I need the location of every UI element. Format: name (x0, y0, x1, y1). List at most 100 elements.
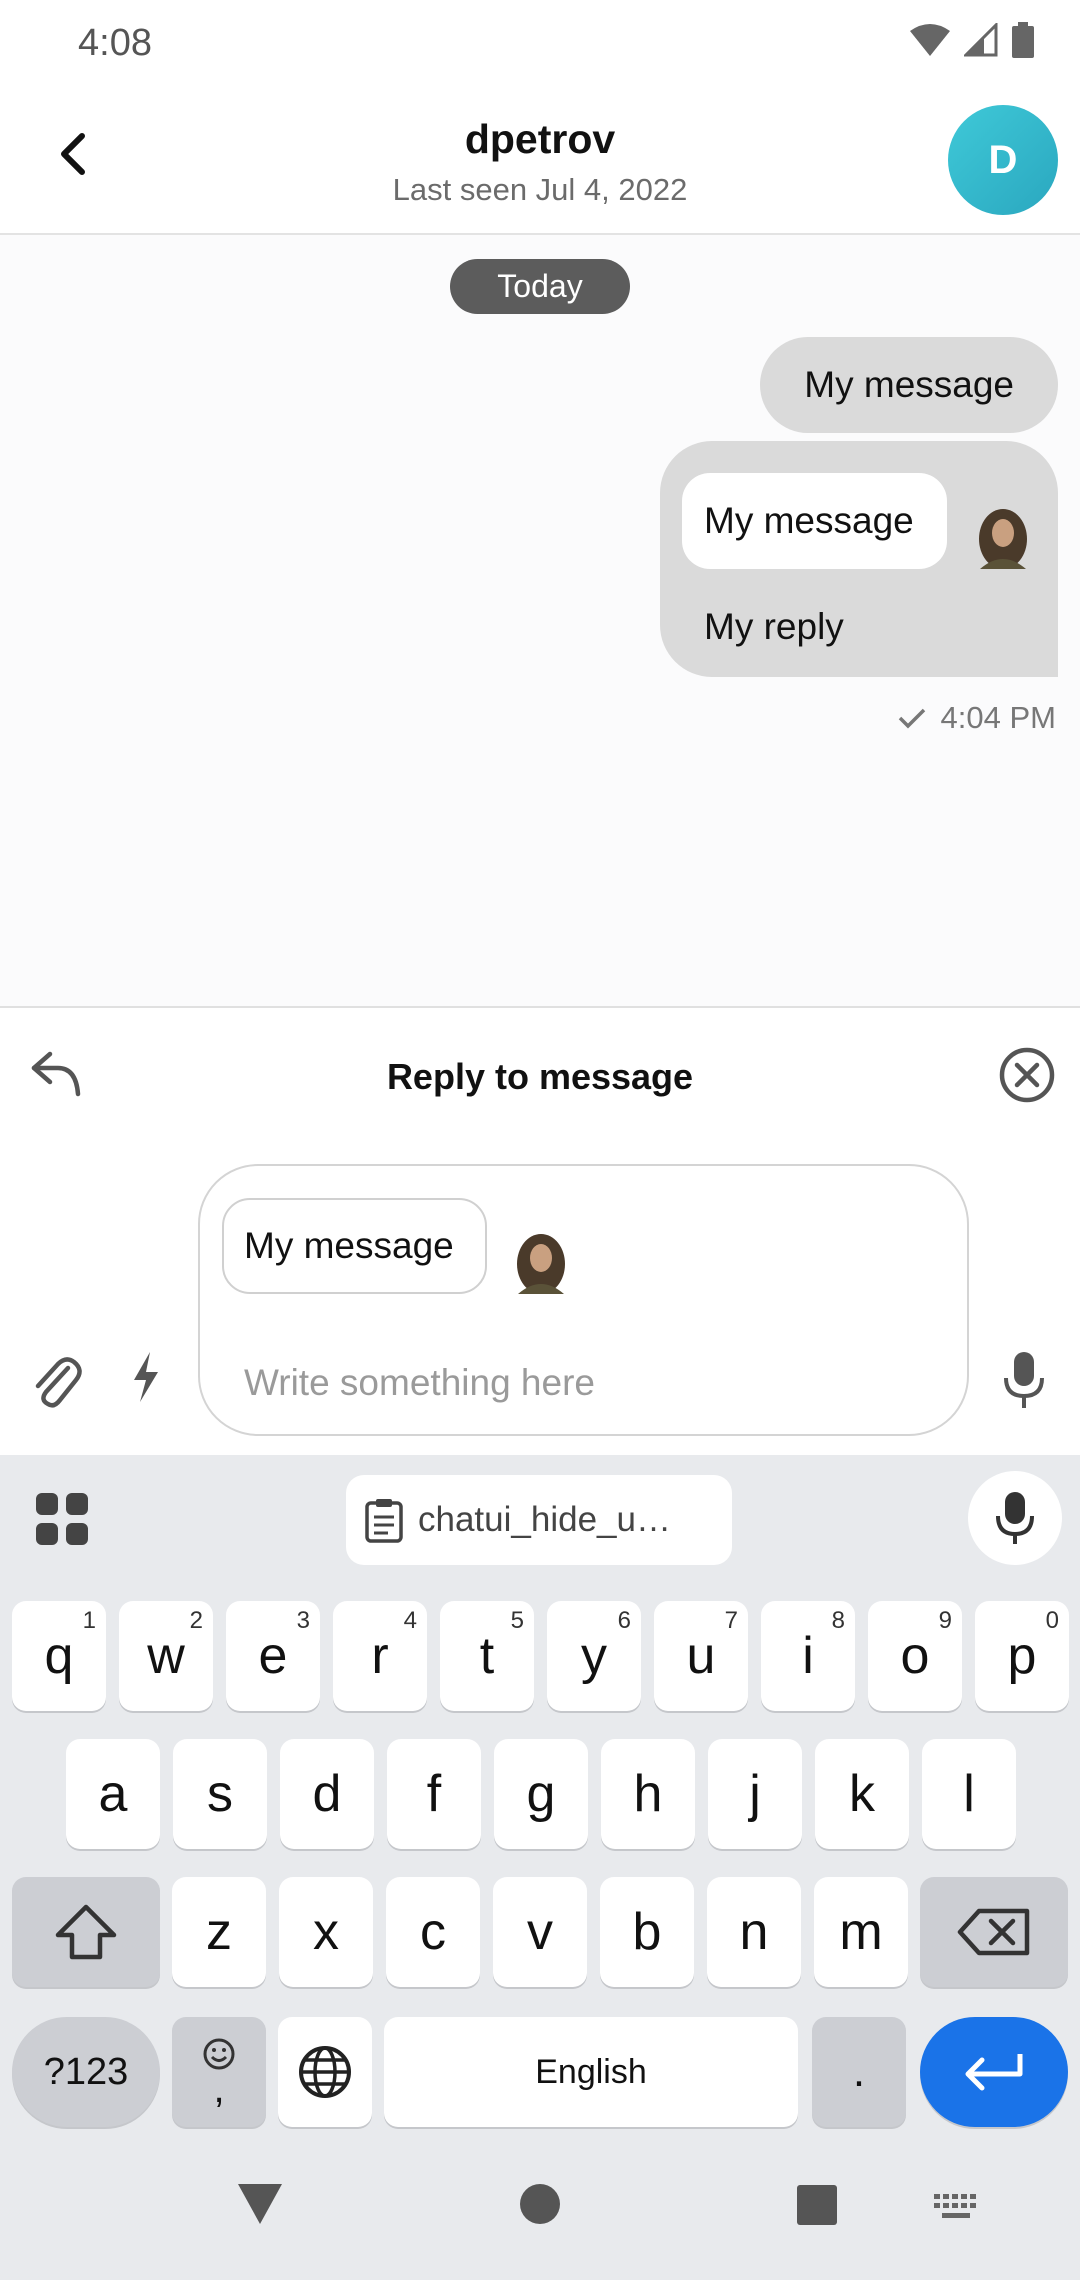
emoji-comma-key[interactable]: , (172, 2017, 266, 2127)
key-label: f (426, 1765, 442, 1823)
key-d[interactable]: d (280, 1739, 374, 1849)
apps-grid-icon[interactable] (34, 1491, 90, 1547)
key-j[interactable]: j (708, 1739, 802, 1849)
status-bar: 4:08 (0, 0, 1080, 88)
clipboard-suggestion[interactable]: chatui_hide_u… (346, 1475, 732, 1565)
back-triangle-icon[interactable] (236, 2182, 284, 2226)
clipboard-text: chatui_hide_u… (418, 1500, 671, 1539)
message-input[interactable]: My message Write something here (198, 1164, 969, 1436)
message-list[interactable]: Today My message My message My reply 4:0… (0, 235, 1080, 1008)
key-e[interactable]: e3 (226, 1601, 320, 1711)
globe-icon (299, 2046, 351, 2098)
backspace-key[interactable] (920, 1877, 1068, 1987)
shift-key[interactable] (12, 1877, 160, 1987)
reply-message-bubble[interactable]: My message My reply (660, 441, 1058, 677)
key-label: p (1007, 1627, 1037, 1685)
key-label: l (963, 1765, 975, 1823)
user-photo-icon (517, 1234, 565, 1294)
key-l[interactable]: l (922, 1739, 1016, 1849)
date-separator: Today (450, 259, 630, 314)
key-label: u (686, 1627, 716, 1685)
space-key[interactable]: English (384, 2017, 798, 2127)
key-y[interactable]: y6 (547, 1601, 641, 1711)
avatar[interactable]: D (948, 105, 1058, 215)
composer-quoted-text: My message (244, 1225, 454, 1266)
quoted-message[interactable]: My message (682, 473, 947, 569)
key-label: v (527, 1903, 553, 1961)
key-h[interactable]: h (601, 1739, 695, 1849)
recents-square-icon[interactable] (796, 2184, 838, 2226)
language-key[interactable] (278, 2017, 372, 2127)
composer-quoted-message: My message (222, 1198, 487, 1294)
key-hint: 8 (831, 1607, 845, 1634)
key-z[interactable]: z (172, 1877, 266, 1987)
key-w[interactable]: w2 (119, 1601, 213, 1711)
key-hint: 9 (938, 1607, 952, 1634)
shift-icon (55, 1904, 117, 1960)
message-status: 4:04 PM (897, 700, 1056, 736)
key-label: c (420, 1903, 446, 1961)
key-hint: 0 (1045, 1607, 1059, 1634)
microphone-icon[interactable] (1002, 1350, 1046, 1410)
keyboard-toolbar: chatui_hide_u… (0, 1455, 1080, 1583)
key-hint: 2 (189, 1607, 203, 1634)
composer: My message Write something here (0, 1140, 1080, 1455)
period-key[interactable]: . (812, 2017, 906, 2127)
key-label: r (371, 1627, 389, 1685)
key-m[interactable]: m (814, 1877, 908, 1987)
quoted-text: My message (704, 500, 914, 541)
key-x[interactable]: x (279, 1877, 373, 1987)
key-label: y (581, 1627, 607, 1685)
lightning-icon[interactable] (128, 1350, 164, 1404)
key-label: m (839, 1903, 883, 1961)
home-circle-icon[interactable] (518, 2182, 562, 2226)
voice-input-button[interactable] (968, 1471, 1062, 1565)
message-bubble[interactable]: My message (760, 337, 1058, 433)
signal-icon (964, 23, 998, 57)
key-a[interactable]: a (66, 1739, 160, 1849)
key-label: z (206, 1903, 232, 1961)
chat-title: dpetrov (464, 116, 616, 162)
key-k[interactable]: k (815, 1739, 909, 1849)
key-hint: 4 (403, 1607, 417, 1634)
chat-header: dpetrov Last seen Jul 4, 2022 D (0, 88, 1080, 235)
key-n[interactable]: n (707, 1877, 801, 1987)
close-icon[interactable] (998, 1046, 1056, 1104)
key-label: s (207, 1765, 233, 1823)
paperclip-icon[interactable] (30, 1350, 82, 1410)
status-icons (910, 22, 1034, 58)
key-hint: 1 (82, 1607, 96, 1634)
enter-key[interactable] (920, 2017, 1068, 2127)
key-q[interactable]: q1 (12, 1601, 106, 1711)
key-label: w (147, 1627, 185, 1685)
key-r[interactable]: r4 (333, 1601, 427, 1711)
clipboard-icon (365, 1499, 403, 1543)
keyboard-switch-icon[interactable] (932, 2192, 980, 2222)
user-photo-icon (979, 509, 1027, 569)
key-t[interactable]: t5 (440, 1601, 534, 1711)
key-p[interactable]: p0 (975, 1601, 1069, 1711)
key-hint: 7 (724, 1607, 738, 1634)
symbols-key[interactable]: ?123 (12, 2017, 160, 2127)
navigation-bar (0, 2130, 1080, 2280)
reply-bar: Reply to message (0, 1010, 1080, 1140)
key-label: a (98, 1765, 128, 1823)
emoji-icon (203, 2038, 235, 2070)
key-g[interactable]: g (494, 1739, 588, 1849)
key-label: d (312, 1765, 342, 1823)
key-u[interactable]: u7 (654, 1601, 748, 1711)
key-s[interactable]: s (173, 1739, 267, 1849)
key-v[interactable]: v (493, 1877, 587, 1987)
space-key-label: English (535, 2052, 647, 2091)
key-i[interactable]: i8 (761, 1601, 855, 1711)
reply-text: My reply (704, 606, 844, 647)
key-c[interactable]: c (386, 1877, 480, 1987)
reply-title: Reply to message (386, 1056, 694, 1097)
key-o[interactable]: o9 (868, 1601, 962, 1711)
key-b[interactable]: b (600, 1877, 694, 1987)
key-label: h (633, 1765, 663, 1823)
battery-icon (1012, 22, 1034, 58)
key-label: o (900, 1627, 930, 1685)
key-f[interactable]: f (387, 1739, 481, 1849)
comma-label: , (213, 2067, 225, 2111)
